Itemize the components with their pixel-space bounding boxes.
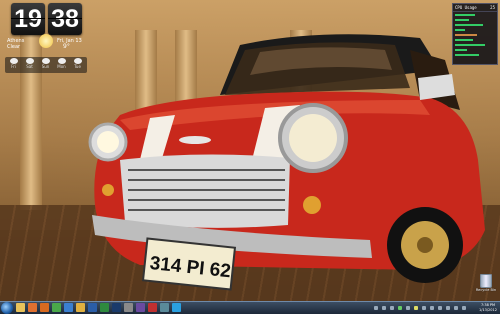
app3-icon[interactable]: [148, 303, 157, 312]
sun-icon: [39, 34, 53, 48]
chrome-icon[interactable]: [52, 303, 61, 312]
forecast-day: Sun: [38, 58, 53, 69]
forecast-day: Tue: [70, 58, 85, 69]
recycle-bin-shortcut[interactable]: Recycle Bin: [474, 274, 498, 300]
cpu-title: CPU Usage 25: [453, 5, 497, 12]
app4-icon[interactable]: [160, 303, 169, 312]
forecast-day: Sat: [22, 58, 37, 69]
clock-gadget[interactable]: 19 38 Athens Fri, Jan 13 Clear 9° Fri Sa…: [5, 3, 87, 73]
tray-icon[interactable]: [406, 306, 410, 310]
photoshop-icon[interactable]: [112, 303, 121, 312]
clock-info: Athens Fri, Jan 13 Clear 9°: [7, 34, 83, 50]
word-icon[interactable]: [88, 303, 97, 312]
left-headlight-lens: [97, 131, 119, 153]
app-icon[interactable]: [124, 303, 133, 312]
tray-icon[interactable]: [374, 306, 378, 310]
cpu-usage-gadget[interactable]: CPU Usage 25: [452, 3, 498, 65]
wheel-hub: [417, 237, 433, 253]
mini-badge: [179, 136, 211, 144]
flag-icon[interactable]: [454, 306, 458, 310]
volume-icon[interactable]: [446, 306, 450, 310]
taskbar-date: 1/13/2012: [479, 308, 497, 312]
forecast-day: Fri: [6, 58, 21, 69]
right-headlight-lens: [289, 114, 337, 162]
explorer-icon[interactable]: [16, 303, 25, 312]
system-tray: [370, 303, 476, 313]
taskbar-clock[interactable]: 7:38 PM 1/13/2012: [478, 303, 498, 313]
network-icon[interactable]: [438, 306, 442, 310]
cpu-value: 25: [490, 5, 495, 10]
media-player-icon[interactable]: [28, 303, 37, 312]
cpu-row: [453, 52, 497, 57]
chrome-grille: [120, 154, 290, 228]
taskbar: 7:38 PM 1/13/2012: [0, 301, 500, 314]
tray-icon[interactable]: [414, 306, 418, 310]
skype-icon[interactable]: [172, 303, 181, 312]
recycle-bin-icon: [480, 274, 492, 288]
app2-icon[interactable]: [136, 303, 145, 312]
tray-icon[interactable]: [430, 306, 434, 310]
weather-forecast-strip: Fri Sat Sun Mon Tue: [5, 57, 87, 73]
right-indicator: [303, 196, 321, 214]
clock-condition: Clear: [7, 44, 21, 50]
tray-icon[interactable]: [390, 306, 394, 310]
tray-icon[interactable]: [422, 306, 426, 310]
clock-temperature: 9°: [63, 43, 70, 50]
excel-icon[interactable]: [100, 303, 109, 312]
firefox-icon[interactable]: [40, 303, 49, 312]
left-indicator: [102, 184, 114, 196]
tray-icon[interactable]: [382, 306, 386, 310]
clock-hours: 19: [11, 3, 45, 35]
forecast-day: Mon: [54, 58, 69, 69]
ie-icon[interactable]: [64, 303, 73, 312]
recycle-bin-label: Recycle Bin: [475, 288, 497, 292]
tray-icon[interactable]: [398, 306, 402, 310]
folder-icon[interactable]: [76, 303, 85, 312]
power-icon[interactable]: [462, 306, 466, 310]
clock-minutes: 38: [48, 3, 82, 35]
start-button[interactable]: [1, 302, 13, 314]
